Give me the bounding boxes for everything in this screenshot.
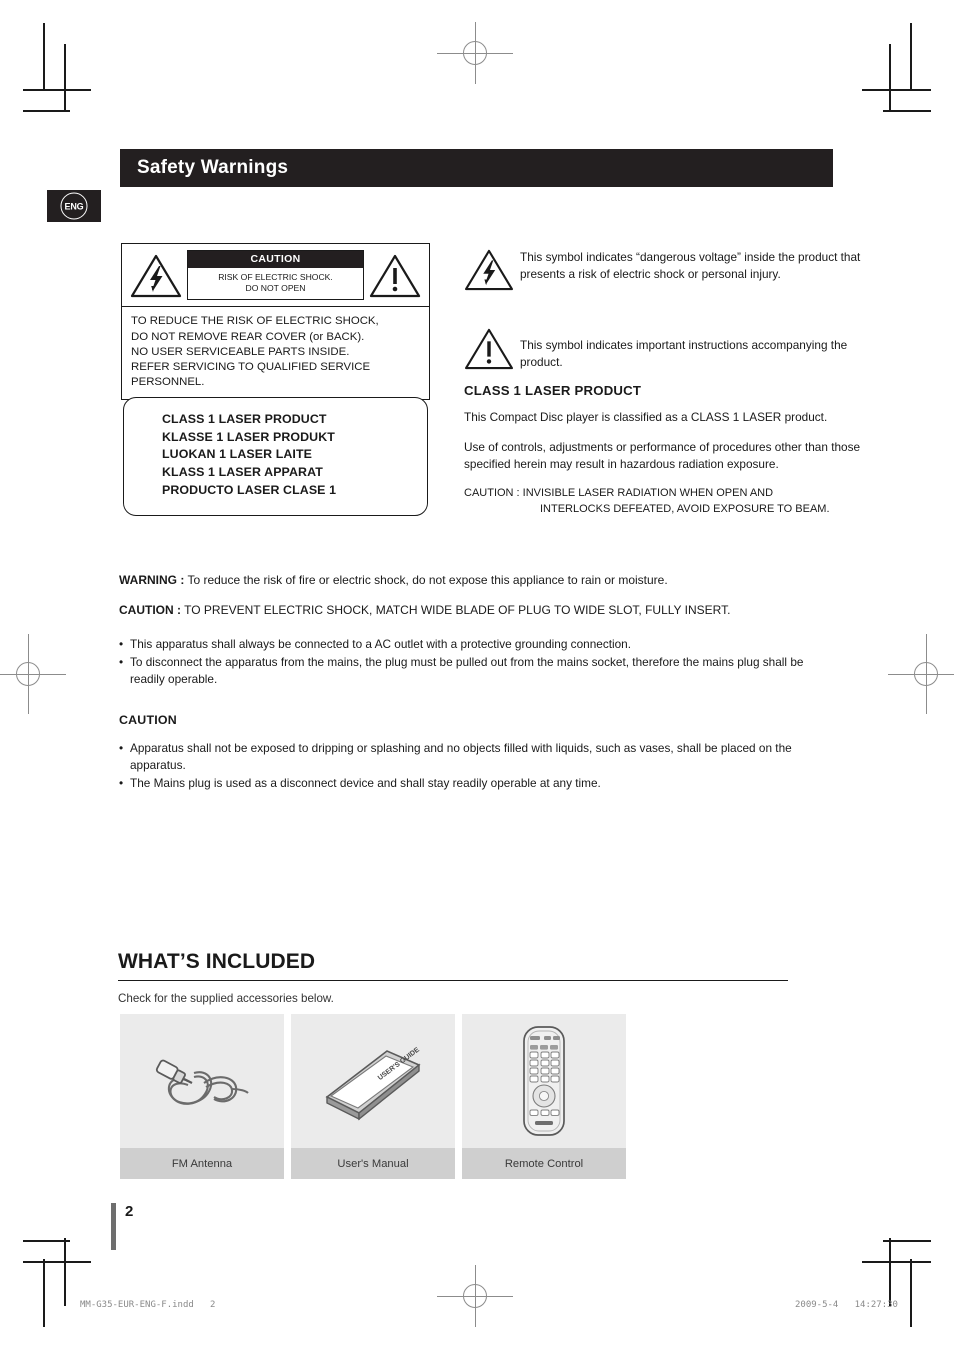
warning-caution-block: WARNING : To reduce the risk of fire or … bbox=[119, 572, 835, 688]
crop-mark-bottom-left-outer-v bbox=[43, 1259, 45, 1327]
laser-class-label-box: CLASS 1 LASER PRODUCT KLASSE 1 LASER PRO… bbox=[123, 397, 428, 516]
registration-mark-left bbox=[0, 634, 66, 714]
page-number: 2 bbox=[111, 1203, 133, 1250]
caution-risk-text: RISK OF ELECTRIC SHOCK. DO NOT OPEN bbox=[188, 268, 363, 299]
accessory-label: User's Manual bbox=[291, 1148, 455, 1179]
crop-mark-bottom-left-outer-h bbox=[23, 1261, 91, 1263]
crop-mark-bottom-right-outer-v bbox=[910, 1259, 912, 1327]
accessory-card: Remote Control bbox=[462, 1014, 626, 1179]
caution-section-heading: CAUTION bbox=[119, 713, 177, 727]
caution-line: CAUTION : TO PREVENT ELECTRIC SHOCK, MAT… bbox=[119, 602, 835, 619]
warning-bullet-list: This apparatus shall always be connected… bbox=[119, 636, 835, 688]
laser-section-heading: CLASS 1 LASER PRODUCT bbox=[464, 383, 642, 398]
exclamation-triangle-icon bbox=[367, 250, 423, 300]
whats-included-subtitle: Check for the supplied accessories below… bbox=[118, 992, 334, 1005]
page-number-value: 2 bbox=[125, 1203, 134, 1220]
page-title: Safety Warnings bbox=[137, 157, 289, 178]
registration-mark-bottom bbox=[437, 1265, 513, 1327]
laser-section-paragraph-1: This Compact Disc player is classified a… bbox=[464, 410, 828, 424]
caution-body-line: NO USER SERVICEABLE PARTS INSIDE. bbox=[131, 345, 350, 358]
section-header-bar: Safety Warnings bbox=[120, 149, 833, 187]
caution-body-line: TO REDUCE THE RISK OF ELECTRIC SHOCK, bbox=[131, 315, 379, 328]
crop-mark-bottom-left-inner-h bbox=[23, 1240, 70, 1242]
footer-filename: MM-G35-EUR-ENG-F.indd 2 bbox=[80, 1300, 216, 1310]
caution-body-line: PERSONNEL. bbox=[131, 376, 205, 389]
caution-inline-text: TO PREVENT ELECTRIC SHOCK, MATCH WIDE BL… bbox=[181, 603, 731, 618]
accessory-card: USER'S GUIDE User's Manual bbox=[291, 1014, 455, 1179]
caution-section: CAUTION Apparatus shall not be exposed t… bbox=[119, 713, 835, 793]
crop-mark-top-right-inner-v bbox=[889, 44, 891, 112]
caution-body-line: REFER SERVICING TO QUALIFIED SERVICE bbox=[131, 360, 371, 373]
language-tab: ENG bbox=[47, 190, 101, 222]
registration-mark-right bbox=[888, 634, 954, 714]
crop-mark-top-left-outer-h bbox=[23, 89, 91, 91]
warning-line: WARNING : To reduce the risk of fire or … bbox=[119, 572, 835, 589]
crop-mark-top-left-inner-v bbox=[64, 44, 66, 112]
exclamation-triangle-icon bbox=[464, 327, 520, 375]
laser-class-line: CLASS 1 LASER PRODUCT bbox=[162, 412, 327, 426]
crop-mark-bottom-right-inner-v bbox=[889, 1238, 891, 1306]
crop-mark-top-right-inner-h bbox=[883, 110, 931, 112]
caution-bullet-item: Apparatus shall not be exposed to drippi… bbox=[119, 740, 835, 774]
warning-label: WARNING : bbox=[119, 573, 185, 587]
crop-mark-top-right-outer-h bbox=[862, 89, 931, 91]
caution-risk-line-1: RISK OF ELECTRIC SHOCK. bbox=[218, 272, 333, 282]
fm-antenna-icon bbox=[120, 1014, 284, 1148]
lightning-bolt-triangle-icon bbox=[128, 250, 184, 300]
warning-bullet-item: This apparatus shall always be connected… bbox=[119, 636, 835, 653]
crop-mark-bottom-right-outer-h bbox=[862, 1261, 931, 1263]
laser-caution-line-2: INTERLOCKS DEFEATED, AVOID EXPOSURE TO B… bbox=[540, 502, 830, 515]
laser-class-line: KLASS 1 LASER APPARAT bbox=[162, 465, 323, 480]
caution-inline-label: CAUTION : bbox=[119, 603, 181, 618]
crop-mark-bottom-left-inner-v bbox=[64, 1238, 66, 1306]
warning-text: To reduce the risk of fire or electric s… bbox=[184, 573, 668, 587]
caution-label-block: CAUTION RISK OF ELECTRIC SHOCK. DO NOT O… bbox=[187, 250, 364, 301]
language-badge: ENG bbox=[60, 192, 88, 220]
remote-control-icon bbox=[462, 1014, 626, 1148]
symbol-explanation-voltage: This symbol indicates “dangerous voltage… bbox=[464, 248, 864, 296]
users-manual-icon: USER'S GUIDE bbox=[291, 1014, 455, 1148]
accessories-row: FM Antenna USER'S GUIDE User's Manual Re… bbox=[120, 1014, 626, 1179]
footer-timestamp: 2009-5-4 14:27:30 bbox=[795, 1300, 898, 1310]
symbol-explanation-instructions: This symbol indicates important instruct… bbox=[464, 327, 864, 375]
symbol-explanation-text: This symbol indicates important instruct… bbox=[520, 338, 848, 370]
laser-section-paragraph-2: Use of controls, adjustments or performa… bbox=[464, 440, 861, 472]
crop-mark-top-right-outer-v bbox=[910, 23, 912, 91]
laser-class-line: PRODUCTO LASER CLASE 1 bbox=[162, 482, 337, 497]
lightning-bolt-triangle-icon bbox=[464, 248, 520, 296]
class-1-laser-product-section: CLASS 1 LASER PRODUCT This Compact Disc … bbox=[464, 383, 864, 518]
accessory-card: FM Antenna bbox=[120, 1014, 284, 1179]
caution-label: CAUTION bbox=[188, 251, 363, 268]
electric-shock-caution-box: CAUTION RISK OF ELECTRIC SHOCK. DO NOT O… bbox=[121, 243, 430, 401]
caution-bullet-item: The Mains plug is used as a disconnect d… bbox=[119, 775, 835, 792]
laser-section-caution: CAUTION : INVISIBLE LASER RADIATION WHEN… bbox=[464, 486, 864, 517]
registration-mark-top bbox=[437, 22, 513, 84]
caution-risk-line-2: DO NOT OPEN bbox=[245, 282, 306, 293]
whats-included-section: WHAT’S INCLUDED Check for the supplied a… bbox=[118, 950, 788, 1005]
laser-class-line: KLASSE 1 LASER PRODUKT bbox=[162, 429, 335, 444]
whats-included-heading: WHAT’S INCLUDED bbox=[118, 950, 788, 981]
crop-mark-top-left-inner-h bbox=[23, 110, 70, 112]
crop-mark-bottom-right-inner-h bbox=[883, 1240, 931, 1242]
caution-box-body: TO REDUCE THE RISK OF ELECTRIC SHOCK, DO… bbox=[122, 307, 429, 399]
caution-body-line: DO NOT REMOVE REAR COVER (or BACK). bbox=[131, 330, 365, 343]
laser-caution-line-1: CAUTION : INVISIBLE LASER RADIATION WHEN… bbox=[464, 487, 774, 500]
caution-box-header: CAUTION RISK OF ELECTRIC SHOCK. DO NOT O… bbox=[122, 244, 429, 308]
laser-class-line: LUOKAN 1 LASER LAITE bbox=[162, 447, 313, 462]
accessory-label: Remote Control bbox=[462, 1148, 626, 1179]
crop-mark-top-left-outer-v bbox=[43, 23, 45, 91]
accessory-label: FM Antenna bbox=[120, 1148, 284, 1179]
symbol-explanation-text: This symbol indicates “dangerous voltage… bbox=[520, 250, 861, 282]
warning-bullet-item: To disconnect the apparatus from the mai… bbox=[119, 654, 835, 688]
